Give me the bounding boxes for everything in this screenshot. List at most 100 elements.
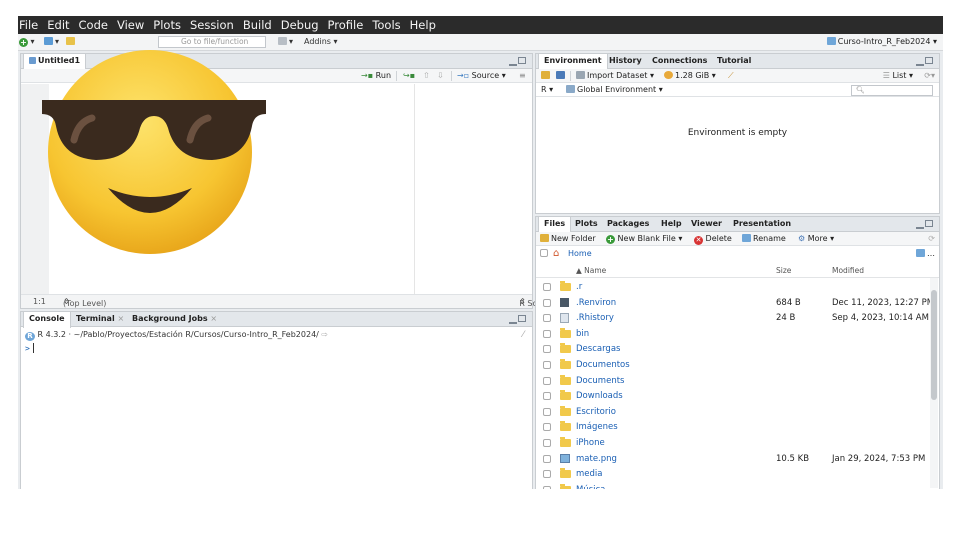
- view-mode-selector[interactable]: ☰ List ▾: [883, 71, 913, 80]
- file-row[interactable]: media: [536, 467, 929, 482]
- row-checkbox[interactable]: [543, 407, 551, 416]
- file-name-link[interactable]: Música: [576, 485, 605, 489]
- file-row[interactable]: .Renviron 684 B Dec 11, 2023, 12:27 PM: [536, 296, 934, 311]
- file-row[interactable]: iPhone: [536, 436, 929, 451]
- broom-icon[interactable]: ⟋: [728, 71, 734, 81]
- files-scrollbar[interactable]: [930, 278, 938, 488]
- source-button[interactable]: →▫ Source ▾: [457, 71, 506, 80]
- row-checkbox[interactable]: [543, 314, 551, 323]
- tab-tutorial[interactable]: Tutorial: [712, 54, 756, 69]
- tab-help[interactable]: Help: [656, 217, 687, 232]
- language-selector[interactable]: R ▾: [541, 85, 553, 94]
- menu-edit[interactable]: Edit: [47, 18, 69, 32]
- outline-icon[interactable]: ≡: [519, 71, 526, 80]
- scrollbar-thumb[interactable]: [931, 290, 937, 400]
- row-checkbox[interactable]: [543, 470, 551, 479]
- tab-connections[interactable]: Connections: [647, 54, 712, 69]
- menu-code[interactable]: Code: [79, 18, 108, 32]
- row-checkbox[interactable]: [543, 392, 551, 401]
- delete-button[interactable]: ✕ Delete: [694, 234, 732, 245]
- file-name-link[interactable]: bin: [576, 329, 589, 339]
- file-name-link[interactable]: Escritorio: [576, 407, 616, 417]
- file-name-link[interactable]: Downloads: [576, 391, 623, 401]
- sync-icon[interactable]: ⟳: [928, 234, 935, 243]
- menu-help[interactable]: Help: [410, 18, 436, 32]
- tab-terminal[interactable]: Terminal ×: [71, 312, 129, 327]
- memory-usage[interactable]: 1.28 GiB ▾: [664, 71, 716, 80]
- menu-plots[interactable]: Plots: [153, 18, 181, 32]
- addins-menu[interactable]: Addins ▾: [304, 37, 338, 46]
- save-workspace-icon[interactable]: [556, 71, 567, 80]
- go-to-directory-icon[interactable]: …: [916, 249, 935, 258]
- tab-packages[interactable]: Packages: [602, 217, 654, 232]
- go-to-directory-icon[interactable]: ⇨: [321, 330, 328, 339]
- row-checkbox[interactable]: [543, 283, 551, 291]
- home-icon[interactable]: ⌂: [553, 248, 559, 259]
- open-project-icon[interactable]: ▾: [44, 37, 59, 46]
- import-dataset-button[interactable]: Import Dataset ▾: [576, 71, 654, 80]
- tab-files[interactable]: Files: [538, 217, 572, 233]
- tab-environment[interactable]: Environment: [538, 54, 608, 70]
- column-size[interactable]: Size: [776, 266, 791, 275]
- column-modified[interactable]: Modified: [832, 266, 864, 275]
- menu-build[interactable]: Build: [243, 18, 272, 32]
- file-name-link[interactable]: Descargas: [576, 344, 620, 354]
- menu-tools[interactable]: Tools: [372, 18, 400, 32]
- row-checkbox[interactable]: [543, 329, 551, 338]
- file-name-link[interactable]: Documents: [576, 376, 624, 386]
- file-name-link[interactable]: mate.png: [576, 454, 617, 464]
- environment-search-input[interactable]: 🔍︎: [851, 85, 933, 96]
- new-folder-button[interactable]: New Folder: [540, 234, 596, 243]
- row-checkbox[interactable]: [543, 376, 551, 385]
- grid-icon[interactable]: ▾: [278, 37, 293, 46]
- row-checkbox[interactable]: [543, 345, 551, 354]
- row-checkbox[interactable]: [543, 298, 551, 307]
- row-checkbox[interactable]: [543, 485, 551, 489]
- menu-profile[interactable]: Profile: [328, 18, 364, 32]
- file-row[interactable]: mate.png 10.5 KB Jan 29, 2024, 7:53 PM: [536, 452, 929, 467]
- open-file-icon[interactable]: [66, 37, 77, 46]
- file-name-link[interactable]: Imágenes: [576, 422, 618, 432]
- row-checkbox[interactable]: [543, 439, 551, 447]
- file-row[interactable]: .Rhistory 24 B Sep 4, 2023, 10:14 AM: [536, 311, 929, 326]
- column-name[interactable]: ▲ Name: [576, 266, 606, 275]
- tab-viewer[interactable]: Viewer: [686, 217, 727, 232]
- menu-session[interactable]: Session: [190, 18, 234, 32]
- rerun-icon[interactable]: ↪▪: [403, 71, 415, 80]
- load-workspace-icon[interactable]: [541, 71, 552, 80]
- tab-background-jobs[interactable]: Background Jobs ×: [127, 312, 222, 327]
- select-all-checkbox[interactable]: [540, 249, 548, 259]
- breadcrumb-home[interactable]: Home: [568, 249, 592, 258]
- tab-plots[interactable]: Plots: [570, 217, 603, 232]
- row-checkbox[interactable]: [543, 423, 551, 432]
- file-name-link[interactable]: .Rhistory: [576, 313, 614, 323]
- file-row[interactable]: .r: [536, 280, 929, 295]
- up-arrow-icon[interactable]: ⇧: [423, 71, 430, 80]
- rename-button[interactable]: Rename: [742, 234, 786, 243]
- scope-selector[interactable]: Global Environment ▾: [566, 85, 663, 94]
- file-row[interactable]: Downloads: [536, 389, 929, 404]
- file-row[interactable]: Documents: [536, 374, 929, 389]
- file-row[interactable]: Música: [536, 483, 929, 489]
- pane-window-controls[interactable]: [915, 220, 935, 229]
- file-row[interactable]: Descargas: [536, 342, 929, 357]
- down-arrow-icon[interactable]: ⇩: [437, 71, 444, 80]
- pane-window-controls[interactable]: [915, 57, 935, 66]
- go-to-file-input[interactable]: Go to file/function: [158, 36, 266, 48]
- menu-file[interactable]: File: [19, 18, 38, 32]
- new-blank-file-button[interactable]: + New Blank File ▾: [606, 234, 682, 244]
- project-menu[interactable]: Curso-Intro_R_Feb2024 ▾: [826, 37, 937, 46]
- row-checkbox[interactable]: [543, 361, 551, 369]
- menu-debug[interactable]: Debug: [281, 18, 319, 32]
- tab-history[interactable]: History: [604, 54, 647, 69]
- file-name-link[interactable]: .r: [576, 282, 582, 292]
- pane-window-controls[interactable]: [508, 315, 528, 324]
- file-name-link[interactable]: .Renviron: [576, 298, 616, 308]
- row-checkbox[interactable]: [543, 454, 551, 463]
- tab-presentation[interactable]: Presentation: [728, 217, 796, 232]
- refresh-icon[interactable]: ⟳▾: [924, 71, 935, 80]
- console-cursor[interactable]: [33, 343, 34, 353]
- file-row[interactable]: Escritorio: [536, 405, 929, 420]
- more-button[interactable]: ⚙ More ▾: [798, 234, 834, 243]
- file-name-link[interactable]: media: [576, 469, 602, 479]
